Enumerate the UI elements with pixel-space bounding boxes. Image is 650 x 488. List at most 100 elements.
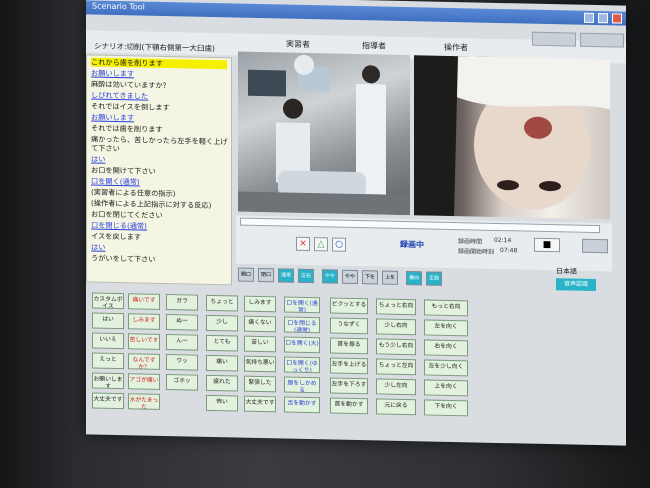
grid-button[interactable]: 左を少し向く [424, 359, 468, 377]
script-line[interactable]: 口を開く(通常) [91, 176, 140, 186]
grid-button[interactable]: ビクッとする [330, 297, 368, 315]
script-line[interactable]: それでは歯を削ります [91, 123, 163, 134]
grid-button[interactable]: 右を向く [424, 339, 468, 357]
grid-button[interactable]: 舌を動かす [284, 396, 320, 414]
grid-button[interactable]: ガラ [166, 294, 198, 311]
grid-button[interactable]: はい [92, 312, 124, 330]
grid-button[interactable]: 上を向く [424, 379, 468, 397]
grid-button[interactable]: いいえ [92, 332, 124, 350]
cross-button[interactable]: × [296, 236, 310, 252]
script-line[interactable]: (操作者による上記指示に対する反応) [91, 198, 211, 210]
grid-button[interactable]: もう少し右向 [376, 338, 416, 356]
rec-time-value: 02:14 [494, 236, 512, 245]
grid-button[interactable]: 苦しいです [128, 333, 160, 350]
grid-button[interactable]: 少し右向 [376, 318, 416, 336]
grid-button[interactable]: アゴが痛い [128, 373, 160, 390]
grid-button[interactable]: 大丈夫です [244, 395, 276, 413]
script-line[interactable]: イスを戻します [91, 231, 141, 241]
grid-button[interactable]: しみます [244, 295, 276, 313]
grid-button[interactable]: 顔をしかめる [284, 376, 320, 394]
role-trainee: 実習者 [286, 39, 310, 50]
grid-button[interactable]: 痛いです [128, 293, 160, 310]
script-line[interactable]: はい [91, 242, 105, 251]
grid-button[interactable]: 疲れた [206, 374, 238, 392]
grid-button[interactable]: 痛くない [244, 315, 276, 333]
tool-look-up[interactable]: 上を向く [382, 270, 398, 285]
grid-button[interactable]: 口を閉じる(通常) [284, 316, 320, 334]
grid-button[interactable]: んー [166, 334, 198, 351]
script-line[interactable]: お願いします [91, 112, 134, 122]
aux-button[interactable] [582, 238, 608, 254]
script-line[interactable]: お口を開けて下さい [91, 165, 156, 175]
script-line[interactable]: 痛かったら、苦しかったら左手を軽く上げて下さい [91, 134, 229, 155]
tool-side[interactable]: 横向き [406, 271, 422, 286]
script-line[interactable]: うがいをして下さい [91, 253, 155, 263]
tool-slight-right[interactable]: やや右 [342, 269, 358, 285]
role-operator: 操作者 [444, 42, 468, 53]
triangle-button[interactable]: △ [314, 237, 328, 252]
timeline-slider[interactable] [240, 217, 600, 234]
grid-button[interactable]: とても [206, 334, 238, 352]
circle-button[interactable]: ○ [332, 237, 346, 252]
grid-button[interactable]: なんですか？ [128, 353, 160, 370]
stop-button[interactable]: ■ [534, 237, 560, 253]
grid-button[interactable]: お願いします [92, 372, 124, 390]
tool-front[interactable]: 正面 [426, 271, 442, 286]
script-line[interactable]: はい [91, 154, 105, 163]
grid-button[interactable]: 左手を下ろす [330, 377, 368, 395]
grid-button[interactable]: 怖い [206, 394, 238, 412]
tool-close[interactable]: 閉口 [258, 267, 274, 283]
tool-normal[interactable]: 通常 [278, 268, 294, 283]
grid-button[interactable]: ウッ [166, 354, 198, 371]
grid-button[interactable]: しみます [128, 313, 160, 330]
rec-time-label: 録画時間 [458, 238, 483, 246]
control-panel: × △ ○ 録画中 録画時間 02:14 録画開始時刻 07:48 ■ [236, 215, 612, 272]
grid-button[interactable]: 左を向く [424, 319, 468, 337]
grid-button[interactable]: もっと右向 [424, 299, 468, 317]
grid-button[interactable]: ちょっと [206, 294, 238, 312]
tool-leftright[interactable]: 左右 [298, 268, 314, 284]
voice-recognition-button[interactable]: 音声認識 [556, 278, 596, 292]
script-line[interactable]: 口を閉じる(通常) [91, 220, 147, 230]
grid-button[interactable]: 緊張した [244, 375, 276, 393]
script-panel[interactable]: これから歯を削ります お願いします 麻酔は効いていますか？ しびれてきました そ… [86, 54, 232, 286]
grid-button[interactable]: 元に戻る [376, 398, 416, 416]
grid-button[interactable]: 首を動かす [330, 397, 368, 415]
grid-button[interactable]: 口を開く(通常) [284, 296, 320, 314]
grid-button[interactable]: 首を振る [330, 337, 368, 355]
script-line[interactable]: お口を閉じてください [91, 209, 163, 220]
grid-button[interactable]: 気持ち悪い [244, 355, 276, 373]
patient-camera-view [414, 55, 610, 220]
grid-button[interactable]: カスタムボイス [92, 292, 124, 310]
grid-button[interactable]: 左手を上げる [330, 357, 368, 375]
grid-button[interactable]: 水がたまった [128, 393, 160, 410]
script-line[interactable]: 麻酔は効いていますか？ [91, 79, 170, 90]
maximize-icon[interactable] [598, 13, 608, 24]
grid-button[interactable]: えっと [92, 352, 124, 370]
tool-look-down[interactable]: 下を向く [362, 270, 378, 285]
grid-button[interactable]: 少し左向 [376, 378, 416, 396]
grid-button[interactable]: ゴホッ [166, 374, 198, 391]
grid-button[interactable]: 下を向く [424, 399, 468, 417]
grid-button[interactable]: ちょっと右向 [376, 298, 416, 316]
top-button-2[interactable] [580, 32, 624, 48]
grid-button[interactable]: 大丈夫です [92, 392, 124, 410]
tool-slight-left[interactable]: やや左 [322, 269, 338, 284]
grid-button[interactable]: 口を開く(ゆっくり) [284, 356, 320, 374]
grid-button[interactable]: 口を開く(大) [284, 336, 320, 354]
tool-open[interactable]: 開口 [238, 267, 254, 282]
grid-button[interactable]: ちょっと左向 [376, 358, 416, 376]
grid-button[interactable]: 少し [206, 314, 238, 332]
script-line[interactable]: これから歯を削ります [91, 57, 227, 70]
script-line[interactable]: しびれてきました [91, 90, 148, 100]
close-icon[interactable] [612, 13, 622, 24]
grid-button[interactable]: ぬー [166, 314, 198, 331]
script-line[interactable]: お願いします [91, 68, 134, 78]
script-line[interactable]: (実習者による任意の指示) [91, 187, 175, 198]
grid-button[interactable]: 苦しい [244, 335, 276, 353]
grid-button[interactable]: うなずく [330, 317, 368, 335]
script-line[interactable]: それではイスを倒します [91, 101, 170, 112]
top-button-1[interactable] [532, 31, 576, 47]
minimize-icon[interactable] [584, 12, 594, 23]
grid-button[interactable]: 痛い [206, 354, 238, 372]
